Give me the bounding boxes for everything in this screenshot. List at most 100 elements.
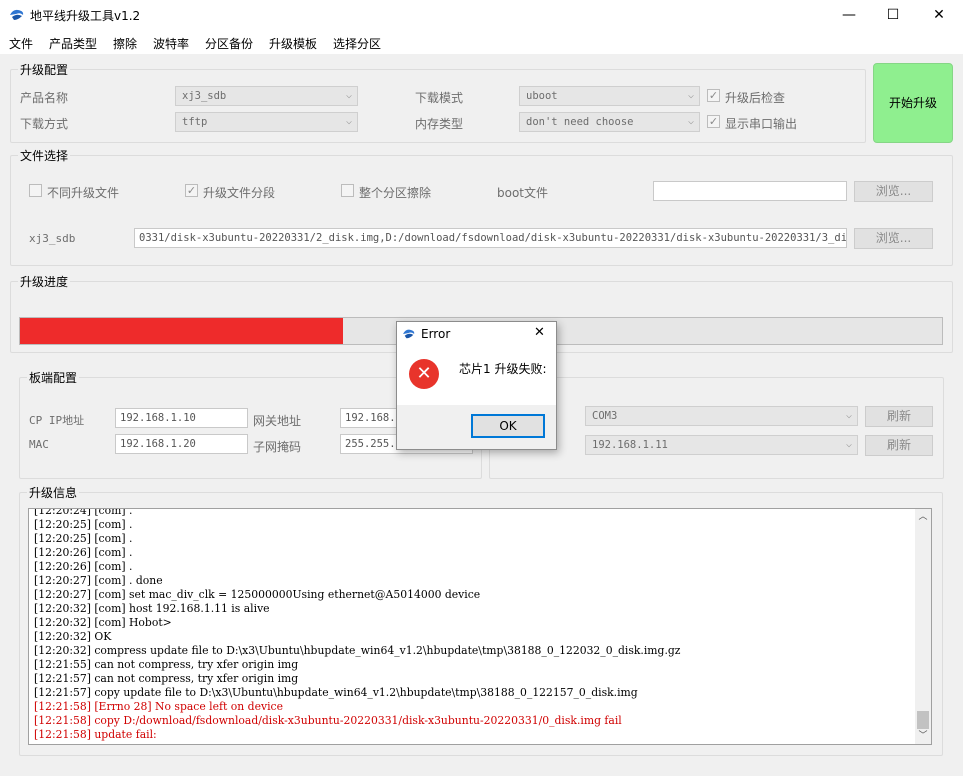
progress-fill — [20, 318, 343, 344]
full-erase-checkbox[interactable] — [341, 184, 354, 197]
check-after-checkbox[interactable]: ✓ — [707, 89, 720, 102]
mac-label: MAC — [29, 438, 49, 451]
title-bar: 地平线升级工具v1.2 — ☐ ✕ — [0, 0, 963, 30]
maximize-button[interactable]: ☐ — [870, 0, 916, 30]
app-logo-icon — [10, 9, 24, 20]
log-line: [12:20:25] [com] . — [34, 532, 133, 545]
menu-baud-rate[interactable]: 波特率 — [153, 35, 189, 52]
serial-config-group — [489, 377, 944, 479]
boot-file-label: boot文件 — [497, 186, 549, 200]
app-logo-icon — [403, 329, 415, 339]
minimize-button[interactable]: — — [826, 0, 872, 30]
menu-partition-backup[interactable]: 分区备份 — [205, 35, 253, 52]
chevron-down-icon[interactable]: ﹀ — [915, 728, 931, 744]
browse-boot-button[interactable]: 浏览... — [854, 181, 933, 202]
image-label: xj3_sdb — [29, 232, 76, 245]
cp-ip-input[interactable]: 192.168.1.10 — [115, 408, 248, 428]
status-strip — [0, 768, 963, 776]
serial-output-checkbox[interactable]: ✓ — [707, 115, 720, 128]
log-scrollbar[interactable]: ︿ ﹀ — [915, 509, 931, 744]
dialog-message: 芯片1 升级失败: — [459, 362, 547, 376]
memory-type-value: don't need choose — [526, 116, 634, 128]
browse-image-button[interactable]: 浏览... — [854, 228, 933, 249]
chevron-up-icon[interactable]: ︿ — [915, 509, 931, 525]
download-method-select[interactable]: tftp ⌵ — [175, 112, 358, 132]
check-after-label: 升级后检查 — [725, 91, 786, 105]
log-line: [12:20:26] [com] . — [34, 546, 133, 559]
cp-ip-label: CP IP地址 — [29, 414, 85, 427]
refresh-ip-button[interactable]: 刷新 — [865, 435, 933, 456]
menu-product-type[interactable]: 产品类型 — [49, 35, 97, 52]
memory-type-label: 内存类型 — [415, 117, 464, 131]
download-mode-label: 下载模式 — [415, 91, 464, 105]
com-port-select[interactable]: COM3 ⌵ — [585, 406, 858, 426]
ok-button[interactable]: OK — [471, 414, 545, 438]
log-line: [12:20:26] [com] . — [34, 560, 133, 573]
error-icon: ✕ — [409, 359, 439, 389]
file-select-title: 文件选择 — [18, 147, 71, 164]
image-path-value: 0331/disk-x3ubuntu-20220331/2_disk.img,D… — [139, 232, 847, 244]
chevron-down-icon: ⌵ — [345, 116, 352, 127]
log-line: [12:21:57] can not compress, try xfer or… — [34, 672, 299, 685]
log-lines: [12:20:24] [com] . [12:20:25] [com] . [12:… — [34, 508, 681, 742]
log-line: [12:20:32] OK — [34, 630, 112, 643]
log-line: [12:21:58] update fail: — [34, 728, 157, 741]
log-line: [12:21:58] [Errno 28] No space left on d… — [34, 700, 283, 713]
download-mode-select[interactable]: uboot ⌵ — [519, 86, 700, 106]
log-line: [12:21:58] copy D:/download/fsdownload/d… — [34, 714, 622, 727]
window-title: 地平线升级工具v1.2 — [30, 9, 141, 23]
download-method-value: tftp — [182, 116, 208, 128]
log-line: [12:20:32] [com] host 192.168.1.11 is al… — [34, 602, 270, 615]
com-port-value: COM3 — [592, 410, 618, 422]
download-mode-value: uboot — [526, 90, 558, 102]
log-line: [12:21:55] can not compress, try xfer or… — [34, 658, 299, 671]
menu-upgrade-template[interactable]: 升级模板 — [269, 35, 317, 52]
board-ip-value: 192.168.1.11 — [592, 439, 668, 451]
log-title: 升级信息 — [27, 484, 80, 501]
refresh-com-button[interactable]: 刷新 — [865, 406, 933, 427]
progress-title: 升级进度 — [18, 273, 71, 290]
chevron-down-icon: ⌵ — [345, 90, 352, 101]
dialog-close-button[interactable]: ✕ — [534, 325, 545, 340]
serial-output-label: 显示串口输出 — [725, 117, 798, 131]
product-name-value: xj3_sdb — [182, 90, 227, 102]
gateway-label: 网关地址 — [253, 414, 302, 428]
different-files-checkbox[interactable] — [29, 184, 42, 197]
different-files-label: 不同升级文件 — [47, 186, 120, 200]
menu-file[interactable]: 文件 — [9, 35, 33, 52]
mac-input[interactable]: 192.168.1.20 — [115, 434, 248, 454]
product-name-label: 产品名称 — [20, 91, 69, 105]
log-line: [12:21:57] copy update file to D:\x3\Ubu… — [34, 686, 638, 699]
maximize-icon: ☐ — [886, 7, 900, 23]
memory-type-select[interactable]: don't need choose ⌵ — [519, 112, 700, 132]
file-select-group — [10, 155, 953, 266]
scroll-thumb[interactable] — [917, 711, 929, 729]
menu-bar: 文件 产品类型 擦除 波特率 分区备份 升级模板 选择分区 — [0, 30, 963, 54]
product-name-select[interactable]: xj3_sdb ⌵ — [175, 86, 358, 106]
netmask-label: 子网掩码 — [253, 440, 302, 454]
board-config-title: 板端配置 — [27, 369, 80, 386]
dialog-title: Error — [421, 327, 451, 341]
log-line: [12:20:32] compress update file to D:\x3… — [34, 644, 681, 657]
dialog-footer: OK — [397, 405, 556, 449]
menu-erase[interactable]: 擦除 — [113, 35, 137, 52]
log-line: [12:20:32] [com] Hobot> — [34, 616, 172, 629]
board-ip-select[interactable]: 192.168.1.11 ⌵ — [585, 435, 858, 455]
chevron-down-icon: ⌵ — [845, 410, 852, 421]
log-line: [12:20:24] [com] . — [34, 508, 133, 517]
log-line: [12:20:27] [com] set mac_div_clk = 12500… — [34, 588, 481, 601]
split-files-checkbox[interactable]: ✓ — [185, 184, 198, 197]
full-erase-label: 整个分区擦除 — [359, 186, 432, 200]
start-upgrade-button[interactable]: 开始升级 — [873, 63, 953, 143]
boot-file-input[interactable] — [653, 181, 847, 201]
upgrade-config-title: 升级配置 — [18, 61, 71, 78]
close-window-button[interactable]: ✕ — [916, 0, 962, 30]
split-files-label: 升级文件分段 — [203, 186, 276, 200]
image-path-input[interactable]: 0331/disk-x3ubuntu-20220331/2_disk.img,D… — [134, 228, 847, 248]
log-line: [12:20:25] [com] . — [34, 518, 133, 531]
minimize-icon: — — [842, 7, 856, 23]
log-line: [12:20:27] [com] . done — [34, 574, 163, 587]
menu-select-partition[interactable]: 选择分区 — [333, 35, 381, 52]
log-textarea[interactable]: [12:20:24] [com] . [12:20:25] [com] . [12:… — [28, 508, 932, 745]
chevron-down-icon: ⌵ — [687, 90, 694, 101]
